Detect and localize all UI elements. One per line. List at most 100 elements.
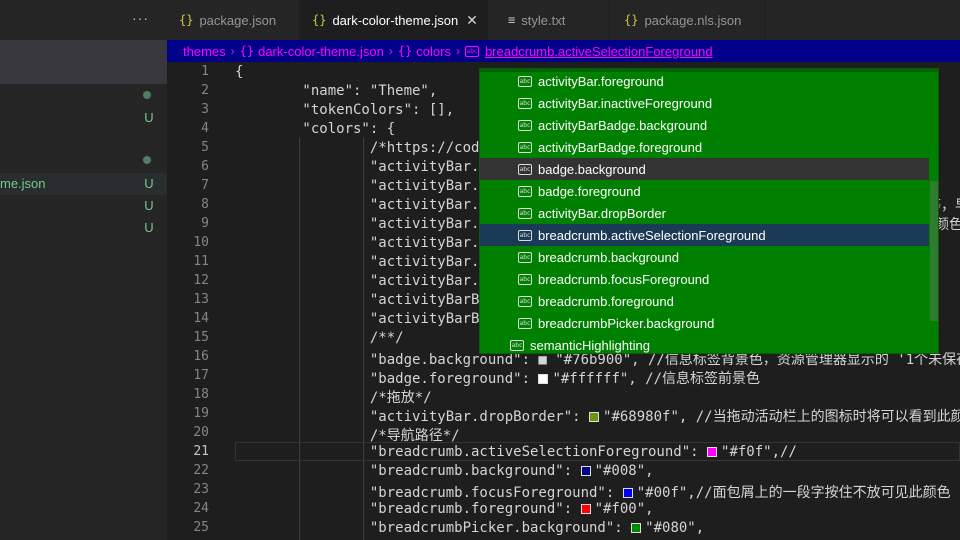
color-swatch[interactable] [580, 504, 591, 514]
code-text: /*https://code.v [235, 140, 505, 156]
code-text: "activityBar.dropBorder": [235, 409, 590, 425]
picker-item[interactable]: abc breadcrumb.activeSelectionForeground [480, 224, 929, 246]
untracked-badge: U [144, 220, 154, 235]
color-swatch[interactable] [707, 447, 718, 457]
line-number: 3 [201, 102, 209, 117]
breadcrumb-item-themes[interactable]: themes [183, 44, 226, 59]
code-text: "breadcrumb.activeSelectionForeground": [235, 444, 708, 460]
picker-item-label: breadcrumbPicker.background [538, 315, 715, 331]
untracked-badge: U [144, 176, 154, 191]
picker-item[interactable]: abc badge.foreground [480, 180, 929, 202]
more-actions-button[interactable]: ··· [132, 10, 149, 26]
code-text: "activityBar.for [235, 254, 505, 270]
picker-scrollbar[interactable] [930, 181, 938, 321]
code-text: "name": "Theme", [235, 83, 438, 99]
string-property-icon: abc [518, 141, 532, 153]
code-text: "activityBar.bac [235, 235, 505, 251]
picker-item[interactable]: abc activityBar.dropBorder [480, 202, 929, 224]
json-file-icon: {} [239, 44, 255, 58]
code-line: "colors": { [235, 121, 395, 137]
code-line: "breadcrumbPicker.background": "#080", [235, 520, 704, 536]
picker-item-label: activityBar.dropBorder [538, 205, 666, 221]
close-icon[interactable]: ✕ [466, 12, 478, 29]
tab-style-txt[interactable]: ≡ style.txt [488, 0, 610, 40]
chevron-right-icon: › [230, 44, 235, 58]
sidebar-file-label[interactable]: me.json [0, 176, 46, 191]
code-text: "#f00", [594, 501, 654, 517]
color-swatch[interactable] [589, 412, 600, 422]
picker-item[interactable]: abc breadcrumb.background [480, 246, 929, 268]
color-swatch[interactable] [622, 488, 633, 498]
string-property-icon: abc [518, 317, 532, 329]
code-text: "#ffffff", //信息标签前景色 [552, 371, 761, 387]
picker-item[interactable]: abc activityBar.foreground [480, 70, 929, 92]
string-property-icon: abc [518, 295, 532, 307]
code-line: "name": "Theme", [235, 83, 437, 99]
string-property-icon: abc [464, 45, 479, 57]
code-text: "activityBar.act [235, 216, 505, 232]
code-text: "tokenColors": [], [235, 102, 455, 118]
breadcrumb-item-colors[interactable]: colors [416, 44, 451, 59]
code-text: /*拖放*/ [235, 390, 432, 406]
code-line: "badge.foreground": "#ffffff", //信息标签前景色 [235, 368, 760, 388]
code-line: "activityBar.dropBorder": "#68980f", //当… [235, 406, 960, 426]
code-text: "activityBarBadg [235, 292, 505, 308]
line-number: 14 [193, 311, 209, 326]
picker-item-label: breadcrumb.background [538, 249, 679, 265]
picker-item-label: breadcrumb.focusForeground [538, 271, 710, 287]
tab-label: style.txt [521, 12, 566, 28]
code-text: "breadcrumb.background": [235, 463, 581, 479]
line-number: 22 [193, 463, 209, 478]
picker-item[interactable]: abc breadcrumbPicker.background [480, 312, 929, 334]
breadcrumb-item-active[interactable]: breadcrumb.activeSelectionForeground [485, 44, 713, 59]
picker-item[interactable]: abc activityBar.inactiveForeground [480, 92, 929, 114]
picker-item[interactable]: abc activityBarBadge.foreground [480, 136, 929, 158]
string-property-icon: abc [518, 119, 532, 131]
code-text: "colors": { [235, 121, 396, 137]
picker-item[interactable]: abc badge.background [480, 158, 929, 180]
breadcrumb-item-file[interactable]: dark-color-theme.json [258, 44, 384, 59]
picker-item[interactable]: abc activityBarBadge.background [480, 114, 929, 136]
color-swatch[interactable] [580, 466, 591, 476]
color-swatch[interactable] [631, 523, 642, 533]
tab-label: dark-color-theme.json [332, 12, 459, 28]
code-line: "activityBar.act [235, 197, 505, 213]
line-number: 24 [193, 501, 209, 516]
code-line: /*导航路径*/ [235, 425, 460, 445]
code-text: "activityBar.ina [235, 273, 505, 289]
code-text: "activityBar.act [235, 178, 505, 194]
code-line: "activityBar.bac [235, 235, 505, 251]
code-text: "activityBar.act [235, 197, 505, 213]
picker-item[interactable]: abc breadcrumb.focusForeground [480, 268, 929, 290]
tab-dark-color-theme[interactable]: {} dark-color-theme.json ✕ [300, 0, 488, 40]
line-number: 21 [193, 444, 209, 459]
code-line: "activityBar.act [235, 216, 505, 232]
json-file-icon: {} [312, 13, 327, 27]
code-text: "activityBarBadg [235, 311, 505, 327]
sidebar-selected-row[interactable] [0, 40, 167, 84]
code-text: "breadcrumb.foreground": [235, 501, 581, 517]
tab-package-json[interactable]: {} package.json [167, 0, 300, 40]
string-property-icon: abc [518, 273, 532, 285]
line-number: 5 [201, 140, 209, 155]
line-number: 9 [201, 216, 209, 231]
string-property-icon: abc [518, 251, 532, 263]
code-line: "breadcrumb.activeSelectionForeground": … [235, 444, 797, 460]
explorer-sidebar: ··· U me.json U U U [0, 0, 167, 540]
code-line: { [235, 64, 243, 80]
code-line: "tokenColors": [], [235, 102, 454, 118]
tab-package-nls-json[interactable]: {} package.nls.json [610, 0, 765, 40]
code-text: "#008", [594, 463, 654, 479]
line-number: 4 [201, 121, 209, 136]
code-line: "breadcrumb.background": "#008", [235, 463, 654, 479]
breadcrumb-picker[interactable]: abc activityBar.foreground abc activityBar.… [479, 68, 939, 354]
picker-item[interactable]: abc semanticHighlighting [480, 334, 929, 356]
code-text: { [235, 64, 244, 80]
picker-item-label: activityBarBadge.background [538, 117, 708, 133]
picker-item[interactable]: abc breadcrumb.foreground [480, 290, 929, 312]
code-text: "activityBar.bor [235, 159, 505, 175]
code-line: "breadcrumb.focusForeground": "#00f",//面… [235, 482, 951, 502]
color-swatch[interactable] [538, 374, 549, 384]
line-number: 20 [193, 425, 209, 440]
string-property-icon: abc [518, 229, 532, 241]
